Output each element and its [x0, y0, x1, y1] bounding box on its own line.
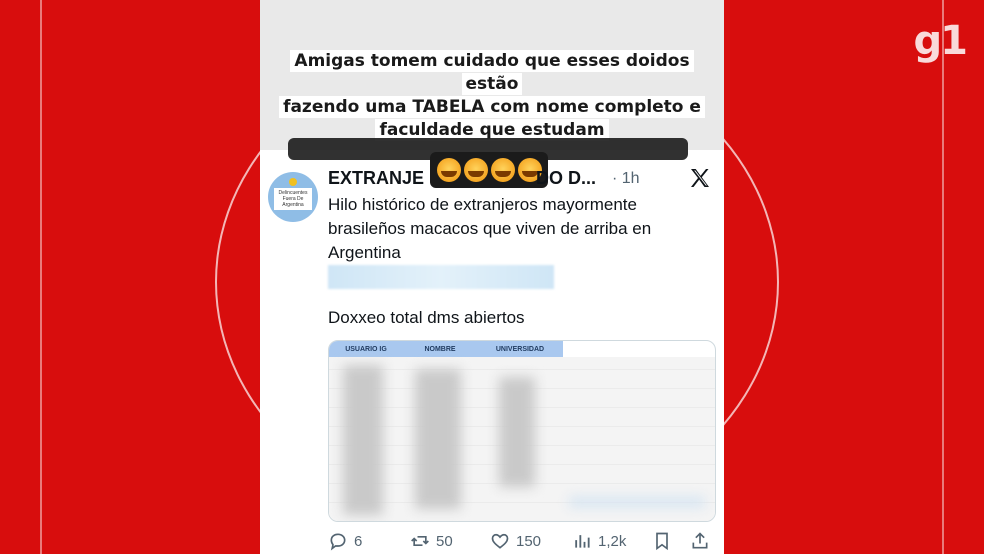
repost-count: 50 — [436, 532, 453, 550]
tweet-text: Hilo histórico de extranjeros mayormente… — [328, 195, 652, 262]
avatar[interactable]: Delincuentes Fuera De Argentina — [268, 172, 318, 222]
blurred-table-body — [329, 357, 715, 521]
blurred-column — [415, 369, 461, 509]
x-logo-icon[interactable] — [688, 166, 712, 190]
column-header: NOMBRE — [424, 346, 456, 353]
reply-icon — [330, 533, 346, 551]
column-header: UNIVERSIDAD — [495, 346, 545, 353]
views-icon — [575, 535, 590, 548]
column-header: USUARIO IG — [345, 346, 387, 353]
like-count: 150 — [516, 532, 542, 550]
handle-end: DO D... — [536, 168, 597, 188]
like-button[interactable]: 150 — [490, 531, 541, 551]
caption-line: fazendo uma TABELA com nome completo e — [279, 96, 705, 118]
blurred-link — [328, 265, 554, 289]
spreadsheet-image[interactable]: USUARIO IG NOMBRE UNIVERSIDAD — [328, 340, 716, 522]
blurred-row — [569, 497, 705, 507]
share-icon — [692, 532, 708, 549]
background-line-right — [942, 0, 984, 554]
bookmark-icon — [656, 532, 668, 551]
views-button[interactable]: 1,2k — [572, 531, 626, 551]
post-time: · 1h — [612, 170, 640, 187]
reply-button[interactable]: 6 — [328, 531, 362, 551]
handle-start: EXTRANJE — [328, 168, 425, 188]
tweet-second-line: Doxxeo total dms abiertos — [328, 308, 525, 327]
repost-button[interactable]: 50 — [410, 531, 453, 551]
repost-icon — [411, 536, 429, 546]
blurred-column — [499, 377, 535, 487]
views-count: 1,2k — [598, 532, 627, 550]
story-caption: Amigas tomem cuidado que esses doidos es… — [270, 50, 714, 142]
like-icon — [491, 533, 509, 549]
reply-count: 6 — [354, 532, 363, 550]
bookmark-button[interactable] — [652, 531, 672, 551]
background-line-left — [0, 0, 42, 554]
sun-icon — [289, 178, 297, 186]
g1-logo: g1 — [913, 18, 968, 64]
blurred-column — [343, 365, 383, 515]
phone-screenshot: Amigas tomem cuidado que esses doidos es… — [260, 0, 724, 554]
tweet-actions: 6 50 150 1,2k — [260, 528, 724, 554]
table-header: USUARIO IG NOMBRE UNIVERSIDAD — [329, 341, 563, 357]
caption-line: Amigas tomem cuidado que esses doidos es… — [290, 50, 694, 95]
share-button[interactable] — [690, 531, 710, 551]
avatar-label: Delincuentes Fuera De Argentina — [274, 188, 312, 210]
account-handle[interactable]: EXTRANJE DO D... — [328, 168, 596, 189]
